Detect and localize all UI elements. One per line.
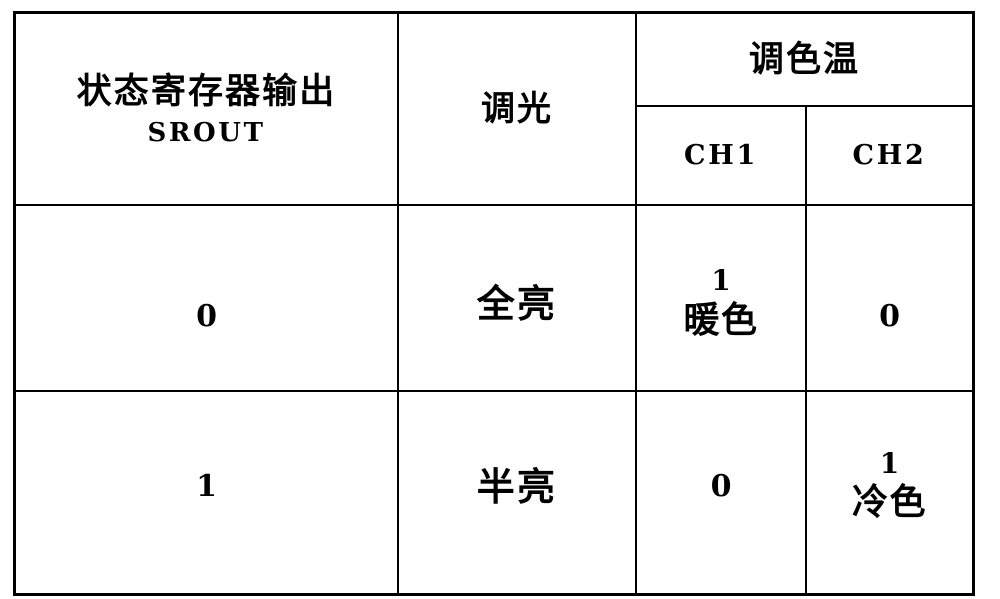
cell-dimming-row2: 半亮 — [397, 390, 637, 595]
header-cell-ch1: CH1 — [635, 105, 807, 206]
header-color-temperature-label: 调色温 — [748, 38, 861, 80]
value-ch2-row2-label: 冷色 — [852, 481, 927, 524]
header-cell-dimming: 调光 — [397, 12, 637, 206]
value-ch1-row1-number: 1 — [711, 264, 731, 298]
table-row: 0 全亮 1 暖色 0 — [14, 204, 974, 392]
cell-dimming-row1: 全亮 — [397, 204, 637, 392]
header-dimming-label: 调光 — [480, 88, 554, 129]
value-srout-row2: 1 — [196, 469, 217, 504]
cell-ch2-row1: 0 — [805, 204, 974, 392]
value-dimming-row1: 全亮 — [476, 281, 558, 327]
value-dimming-row2: 半亮 — [476, 463, 558, 509]
header-status-register-output-srout: SROUT — [147, 117, 266, 148]
header-cell-status-register-output: 状态寄存器输出 SROUT — [14, 12, 399, 206]
value-ch2-row2-number: 1 — [879, 446, 900, 480]
header-ch2-label: CH2 — [852, 140, 927, 171]
cell-srout-row1: 0 — [14, 204, 399, 392]
value-ch2-row1: 0 — [879, 298, 900, 334]
page-canvas: 状态寄存器输出 SROUT 调光 调色温 CH1 CH2 0 全亮 1 暖色 0… — [0, 0, 1000, 599]
cell-srout-row2: 1 — [14, 390, 399, 595]
header-ch1-label: CH1 — [684, 140, 758, 171]
status-register-output-table: 状态寄存器输出 SROUT 调光 调色温 CH1 CH2 0 全亮 1 暖色 0… — [13, 11, 975, 596]
value-ch1-row1-label: 暖色 — [683, 298, 759, 341]
header-status-register-output-cn: 状态寄存器输出 — [76, 71, 337, 113]
value-ch1-row1-stack: 1 暖色 — [637, 265, 805, 342]
table-header-row-top: 状态寄存器输出 SROUT 调光 调色温 — [14, 12, 974, 206]
cell-ch2-row2: 1 冷色 — [805, 390, 974, 595]
table-row: 1 半亮 0 1 冷色 — [14, 390, 974, 595]
cell-ch1-row2: 0 — [635, 390, 807, 595]
header-cell-ch2: CH2 — [805, 105, 974, 206]
header-cell-color-temperature-group: 调色温 — [635, 12, 974, 107]
cell-ch1-row1: 1 暖色 — [635, 204, 807, 392]
value-ch1-row2: 0 — [710, 469, 732, 504]
value-ch2-row2-stack: 1 冷色 — [807, 446, 972, 525]
value-srout-row1: 0 — [196, 298, 217, 334]
